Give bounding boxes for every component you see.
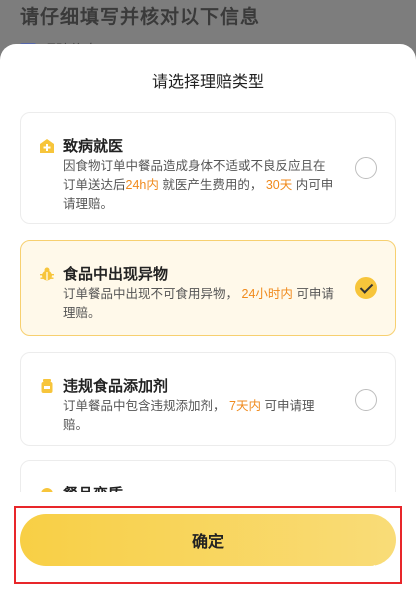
option-description: 因食物订单中餐品造成身体不适或不良反应且在订单送达后24h内 就医产生费用的， …: [63, 159, 334, 211]
option-title: 致病就医: [63, 138, 124, 155]
option-card-additive[interactable]: 违规食品添加剂 订单餐品中包含违规添加剂， 7天内 可申请理赔。: [20, 352, 396, 446]
option-title: 违规食品添加剂: [63, 378, 169, 395]
option-radio-checked[interactable]: [355, 277, 377, 299]
confirm-button[interactable]: 确定: [20, 514, 396, 566]
sheet-title: 请选择理赔类型: [151, 74, 264, 91]
claim-type-sheet: 请选择理赔类型 致病就医 因食物订单中餐品造成身体不适或不良反应且在订单送达后2…: [0, 44, 416, 600]
background-title: 请仔细填写并核对以下信息: [20, 7, 261, 28]
option-radio[interactable]: [355, 157, 377, 179]
option-card-medical[interactable]: 致病就医 因食物订单中餐品造成身体不适或不良反应且在订单送达后24h内 就医产生…: [20, 112, 396, 224]
option-description: 订单餐品中出现不可食用异物， 24小时内 可申请理赔。: [63, 287, 334, 320]
option-card-foreign-object[interactable]: 食品中出现异物 订单餐品中出现不可食用异物， 24小时内 可申请理赔。: [20, 240, 396, 336]
sheet-footer: 确定: [0, 492, 416, 600]
option-title: 食品中出现异物: [63, 266, 169, 283]
option-description: 订单餐品中包含违规添加剂， 7天内 可申请理赔。: [63, 399, 315, 432]
medical-cross-icon: [40, 138, 54, 153]
jar-icon: [41, 378, 53, 393]
bug-icon: [40, 267, 54, 280]
watermark: Bai 经验: [342, 564, 396, 580]
option-radio[interactable]: [355, 389, 377, 411]
